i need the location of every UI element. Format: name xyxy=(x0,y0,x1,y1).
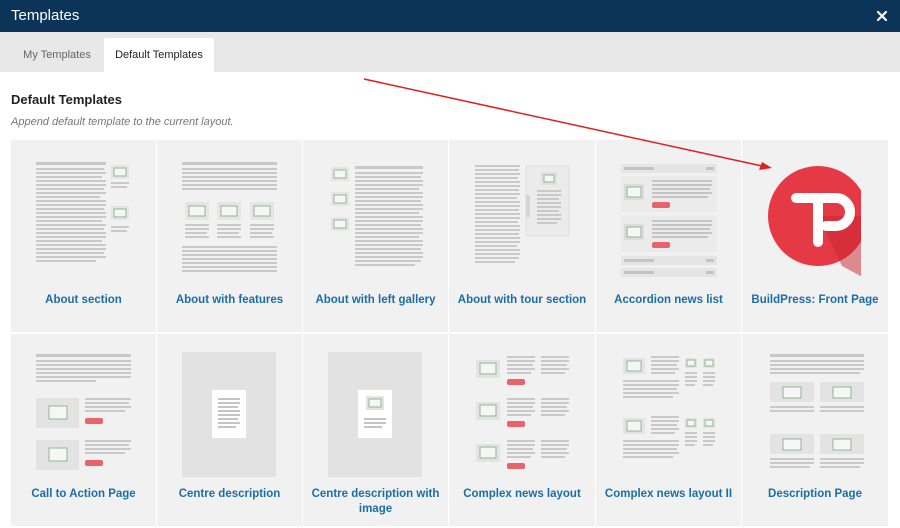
modal-titlebar: Templates xyxy=(0,0,900,32)
template-card-description-page[interactable]: Description Page xyxy=(742,334,888,526)
tab-default-templates[interactable]: Default Templates xyxy=(104,38,214,72)
template-label: About with features xyxy=(175,294,284,306)
template-label: Centre description with image xyxy=(311,488,440,515)
template-card-about-section[interactable]: About section xyxy=(11,140,156,332)
template-label: Centre description xyxy=(178,488,281,500)
section-title: Default Templates xyxy=(11,92,123,107)
template-card-complex-news-layout-ii[interactable]: Complex news layout II xyxy=(596,334,741,526)
template-label: Accordion news list xyxy=(614,294,723,306)
template-card-call-to-action-page[interactable]: Call to Action Page xyxy=(11,334,156,526)
template-card-about-with-left-gallery[interactable]: About with left gallery xyxy=(303,140,448,332)
template-label: Complex news layout xyxy=(463,488,581,500)
template-card-about-with-tour-section[interactable]: About with tour section xyxy=(449,140,595,332)
section-subtitle: Append default template to the current l… xyxy=(11,116,234,128)
tab-bar: My Templates Default Templates xyxy=(0,32,900,72)
modal-title: Templates xyxy=(11,7,80,24)
tab-my-templates[interactable]: My Templates xyxy=(10,38,104,72)
template-card-about-with-features[interactable]: About with features xyxy=(157,140,302,332)
close-icon[interactable] xyxy=(874,8,890,24)
template-label: About with left gallery xyxy=(315,294,436,306)
template-label: BuildPress: Front Page xyxy=(751,294,879,306)
template-card-accordion-news-list[interactable]: Accordion news list xyxy=(596,140,741,332)
template-label: Call to Action Page xyxy=(31,488,136,500)
template-label: About section xyxy=(45,294,122,306)
template-label: Complex news layout II xyxy=(604,488,733,500)
template-card-centre-description-with-image[interactable]: Centre description with image xyxy=(303,334,448,526)
template-card-complex-news-layout[interactable]: Complex news layout xyxy=(449,334,595,526)
template-card-centre-description[interactable]: Centre description xyxy=(157,334,302,526)
template-label: About with tour section xyxy=(457,294,587,306)
template-card-buildpress-front-page[interactable]: BuildPress: Front Page xyxy=(742,140,888,332)
template-label: Description Page xyxy=(768,488,862,500)
